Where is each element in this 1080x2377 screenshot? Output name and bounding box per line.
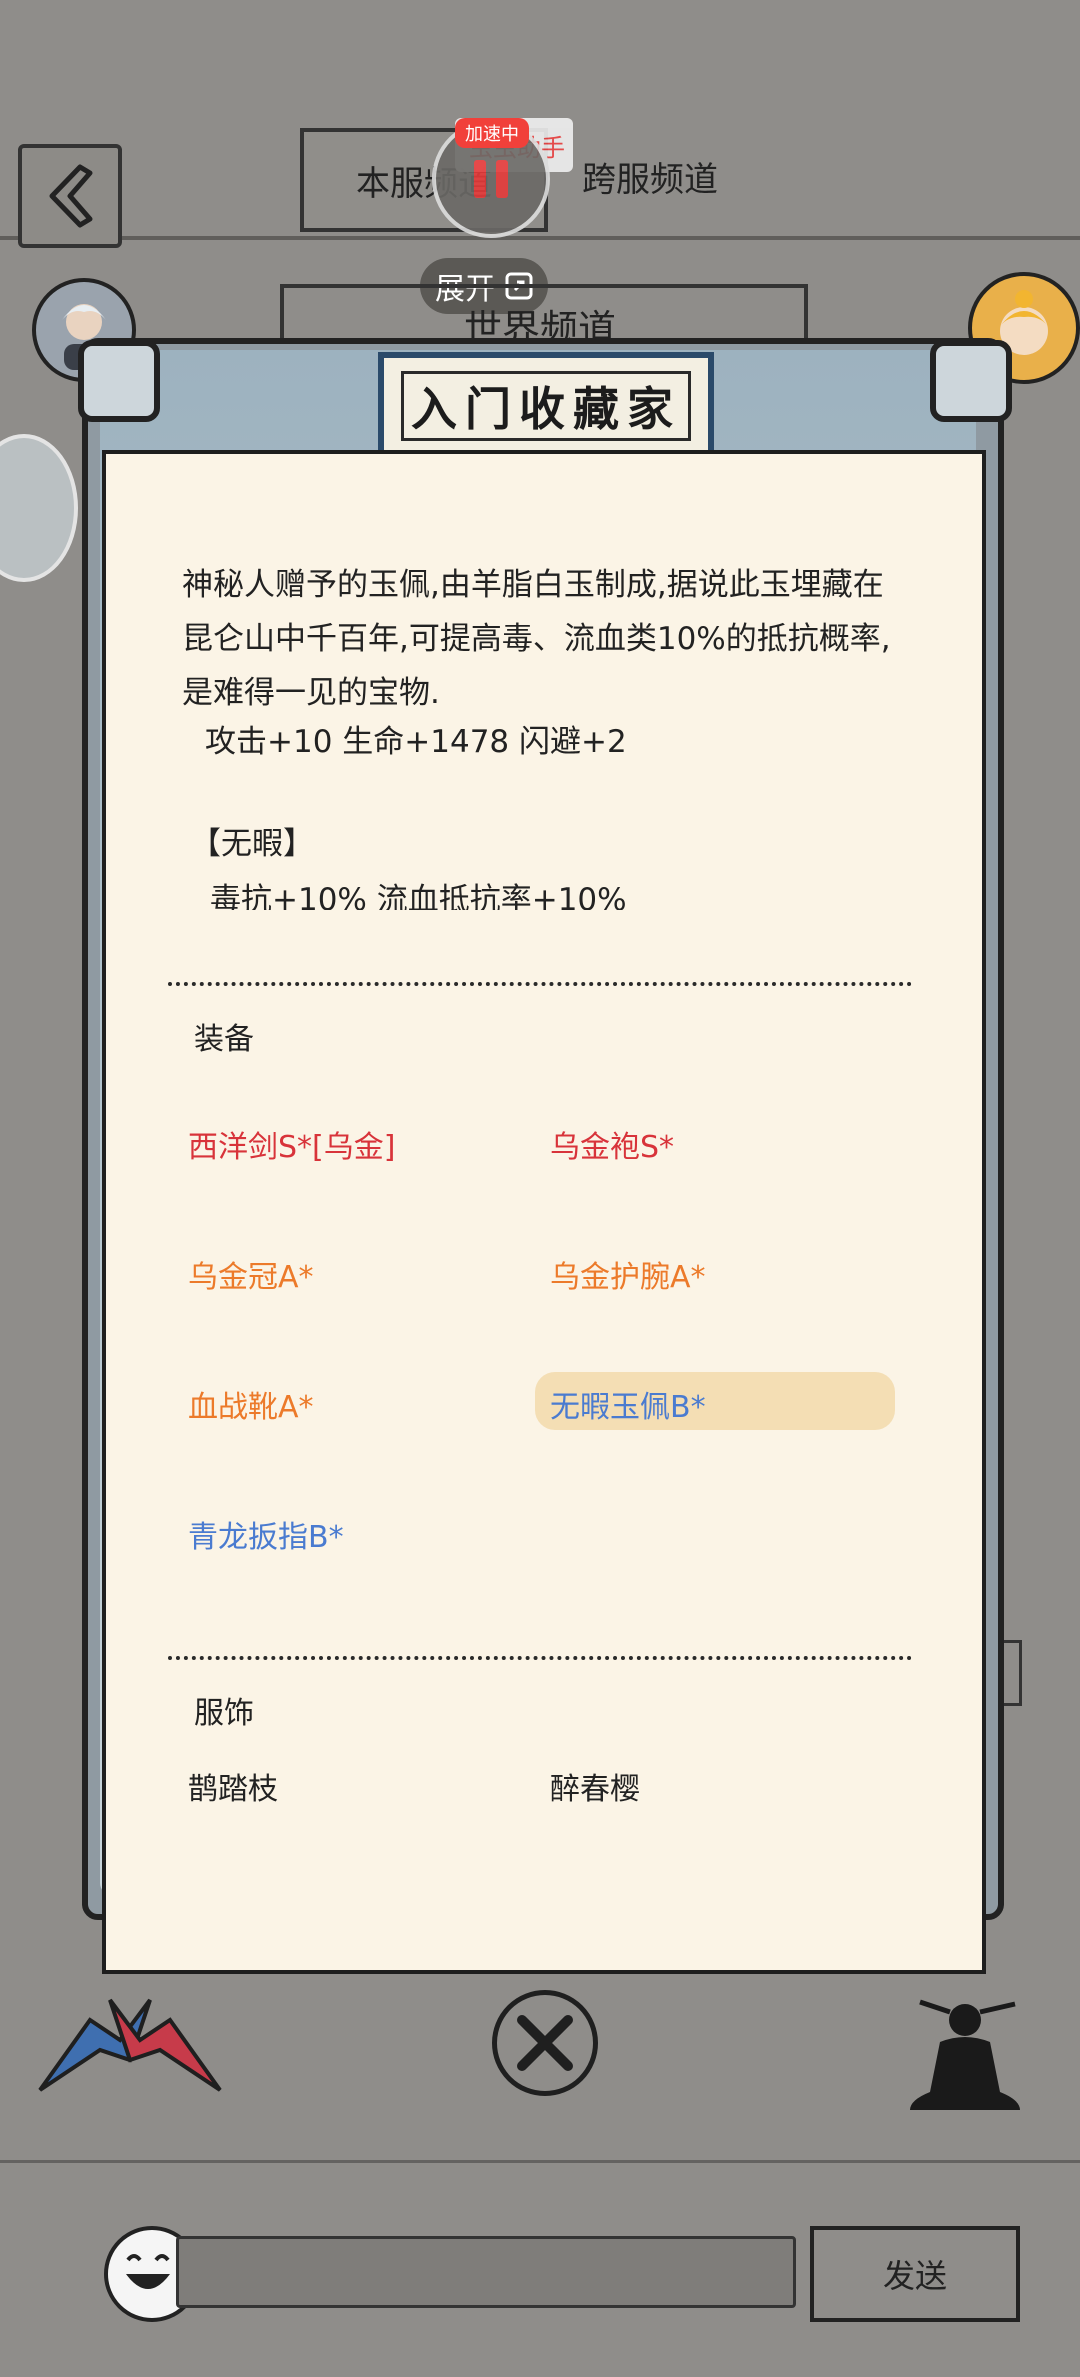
back-button[interactable]: [18, 144, 122, 248]
cancel-button[interactable]: [492, 1990, 598, 2096]
item-description: 神秘人赠予的玉佩,由羊脂白玉制成,据说此玉埋藏在昆仑山中千百年,可提高毒、流血类…: [182, 567, 891, 711]
costume-item[interactable]: 鹊踏枝: [188, 1764, 278, 1808]
equipment-item-selected[interactable]: 无暇玉佩B*: [550, 1382, 706, 1426]
modal-title-plate: 入门收藏家: [378, 352, 714, 460]
combat-button[interactable]: [30, 1980, 230, 2110]
frame-corner: [78, 340, 160, 422]
tab-cross-server-channel[interactable]: 跨服频道: [560, 128, 740, 224]
send-button[interactable]: 发送: [810, 2226, 1020, 2322]
accelerating-badge: 加速中: [455, 118, 529, 148]
chat-input[interactable]: [176, 2236, 796, 2308]
section-divider: [168, 1656, 912, 1660]
header-divider: [0, 236, 1080, 240]
equipment-item[interactable]: 血战靴A*: [188, 1382, 314, 1426]
equipment-item[interactable]: 乌金袍S*: [550, 1122, 674, 1166]
side-drawer-tab[interactable]: [0, 434, 78, 582]
footer-divider: [0, 2160, 1080, 2163]
equipment-section-label: 装备: [194, 1022, 254, 1057]
trait-title: 【无暇】: [190, 826, 314, 862]
frame-corner: [930, 340, 1012, 422]
equipment-item[interactable]: 西洋剑S*[乌金]: [188, 1122, 395, 1166]
costume-section-label: 服饰: [194, 1696, 254, 1731]
modal-title: 入门收藏家: [401, 371, 691, 441]
meditate-button[interactable]: [900, 1992, 1030, 2122]
section-divider: [168, 982, 912, 986]
item-stats: 攻击+10 生命+1478 闪避+2: [205, 724, 627, 760]
pause-icon: [474, 160, 486, 198]
back-arrow-icon: [49, 164, 93, 228]
equipment-item[interactable]: 青龙扳指B*: [188, 1512, 344, 1556]
trait-effect: 毒抗+10% 流血抵抗率+10%: [210, 882, 627, 910]
equipment-item[interactable]: 乌金护腕A*: [550, 1252, 706, 1296]
combat-icon: [38, 1998, 222, 2092]
costume-item[interactable]: 醉春樱: [550, 1764, 640, 1808]
equipment-item[interactable]: 乌金冠A*: [188, 1252, 314, 1296]
cancel-sword-icon: [517, 2015, 573, 2071]
meditate-icon: [910, 1999, 1020, 2110]
